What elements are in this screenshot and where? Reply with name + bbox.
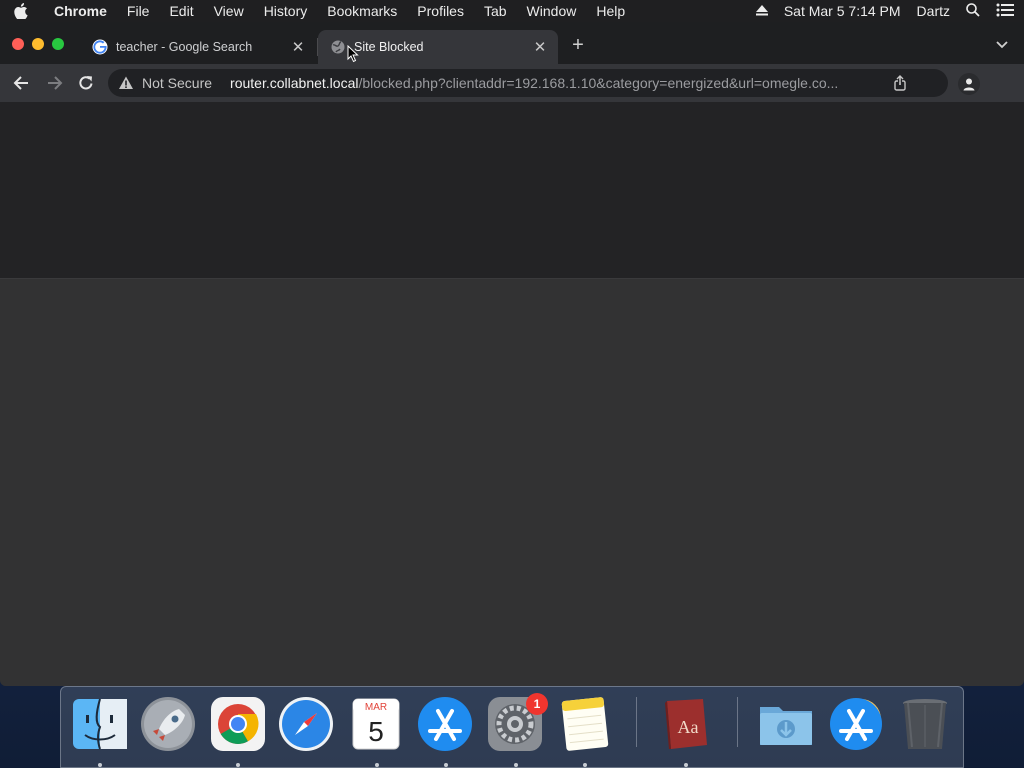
url-host: router.collabnet.local — [230, 75, 359, 91]
running-indicator — [514, 763, 518, 767]
running-indicator — [236, 763, 240, 767]
running-indicator — [684, 763, 688, 767]
browser-window: teacher - Google Search ✕ Site Blocked ✕… — [0, 22, 1024, 686]
chevron-down-icon[interactable] — [994, 36, 1010, 52]
menu-bar-status-area: Sat Mar 5 7:14 PM Dartz — [755, 0, 1014, 22]
tab-strip: teacher - Google Search ✕ Site Blocked ✕… — [0, 22, 1024, 64]
window-close-button[interactable] — [12, 38, 24, 50]
page-header-area — [0, 102, 1024, 278]
url-path: /blocked.php?clientaddr=192.168.1.10&cat… — [358, 75, 839, 91]
window-zoom-button[interactable] — [52, 38, 64, 50]
tab-close-icon[interactable]: ✕ — [290, 38, 306, 56]
url-text[interactable]: router.collabnet.local/blocked.php?clien… — [230, 75, 870, 91]
tab-title: teacher - Google Search — [116, 40, 253, 54]
menu-file[interactable]: File — [117, 3, 160, 19]
menu-tab[interactable]: Tab — [474, 3, 517, 19]
finder-icon[interactable] — [71, 695, 129, 753]
calendar-day: 5 — [368, 716, 384, 747]
security-status-label[interactable]: Not Secure — [142, 75, 212, 91]
back-arrow-icon[interactable] — [12, 73, 32, 93]
menu-window[interactable]: Window — [517, 3, 587, 19]
menu-history[interactable]: History — [254, 3, 318, 19]
downloads-folder-icon[interactable] — [757, 695, 815, 753]
browser-toolbar: Not Secure router.collabnet.local/blocke… — [0, 64, 1024, 102]
window-minimize-button[interactable] — [32, 38, 44, 50]
running-indicator — [583, 763, 587, 767]
address-bar[interactable]: Not Secure router.collabnet.local/blocke… — [108, 69, 948, 97]
running-indicator — [98, 763, 102, 767]
warning-triangle-icon[interactable] — [118, 75, 134, 91]
applications-stack-icon[interactable] — [827, 695, 885, 753]
notes-icon[interactable] — [556, 695, 614, 753]
launchpad-rocket-icon[interactable] — [139, 695, 197, 753]
menu-bar-user[interactable]: Dartz — [917, 3, 950, 19]
notification-center-icon[interactable] — [996, 3, 1014, 20]
notification-badge: 1 — [526, 693, 548, 715]
menu-profiles[interactable]: Profiles — [407, 3, 474, 19]
menu-app-name[interactable]: Chrome — [42, 3, 117, 19]
tab-close-icon[interactable]: ✕ — [532, 38, 548, 56]
tab-google-search[interactable]: teacher - Google Search ✕ — [80, 30, 316, 64]
share-icon[interactable] — [892, 75, 908, 91]
menu-help[interactable]: Help — [586, 3, 635, 19]
forward-arrow-icon[interactable] — [44, 73, 64, 93]
menu-bar-clock[interactable]: Sat Mar 5 7:14 PM — [784, 3, 901, 19]
new-tab-button[interactable]: + — [568, 34, 588, 57]
eject-icon[interactable] — [755, 3, 768, 19]
tab-title: Site Blocked — [354, 40, 424, 54]
mouse-cursor-icon — [347, 44, 359, 63]
dock: MAR 5 1 Aa — [60, 686, 964, 768]
page-content-area — [0, 278, 1024, 686]
menu-view[interactable]: View — [204, 3, 254, 19]
dictionary-book-icon[interactable]: Aa — [657, 695, 715, 753]
calendar-icon[interactable]: MAR 5 — [347, 695, 405, 753]
safari-compass-icon[interactable] — [277, 695, 335, 753]
app-store-icon[interactable] — [416, 695, 474, 753]
dock-divider — [737, 697, 738, 747]
trash-icon[interactable] — [896, 695, 954, 753]
profile-avatar-icon[interactable] — [958, 73, 980, 95]
menu-edit[interactable]: Edit — [159, 3, 203, 19]
reload-icon[interactable] — [76, 73, 96, 93]
spotlight-search-icon[interactable] — [966, 2, 980, 20]
menu-bar: Chrome File Edit View History Bookmarks … — [0, 0, 1024, 22]
chrome-icon[interactable] — [209, 695, 267, 753]
apple-menu-icon[interactable] — [14, 3, 42, 19]
running-indicator — [375, 763, 379, 767]
dock-divider — [636, 697, 637, 747]
calendar-month: MAR — [365, 702, 387, 713]
dictionary-label: Aa — [678, 717, 699, 737]
google-icon — [92, 39, 108, 55]
menu-bookmarks[interactable]: Bookmarks — [317, 3, 407, 19]
running-indicator — [444, 763, 448, 767]
globe-icon — [330, 39, 346, 55]
